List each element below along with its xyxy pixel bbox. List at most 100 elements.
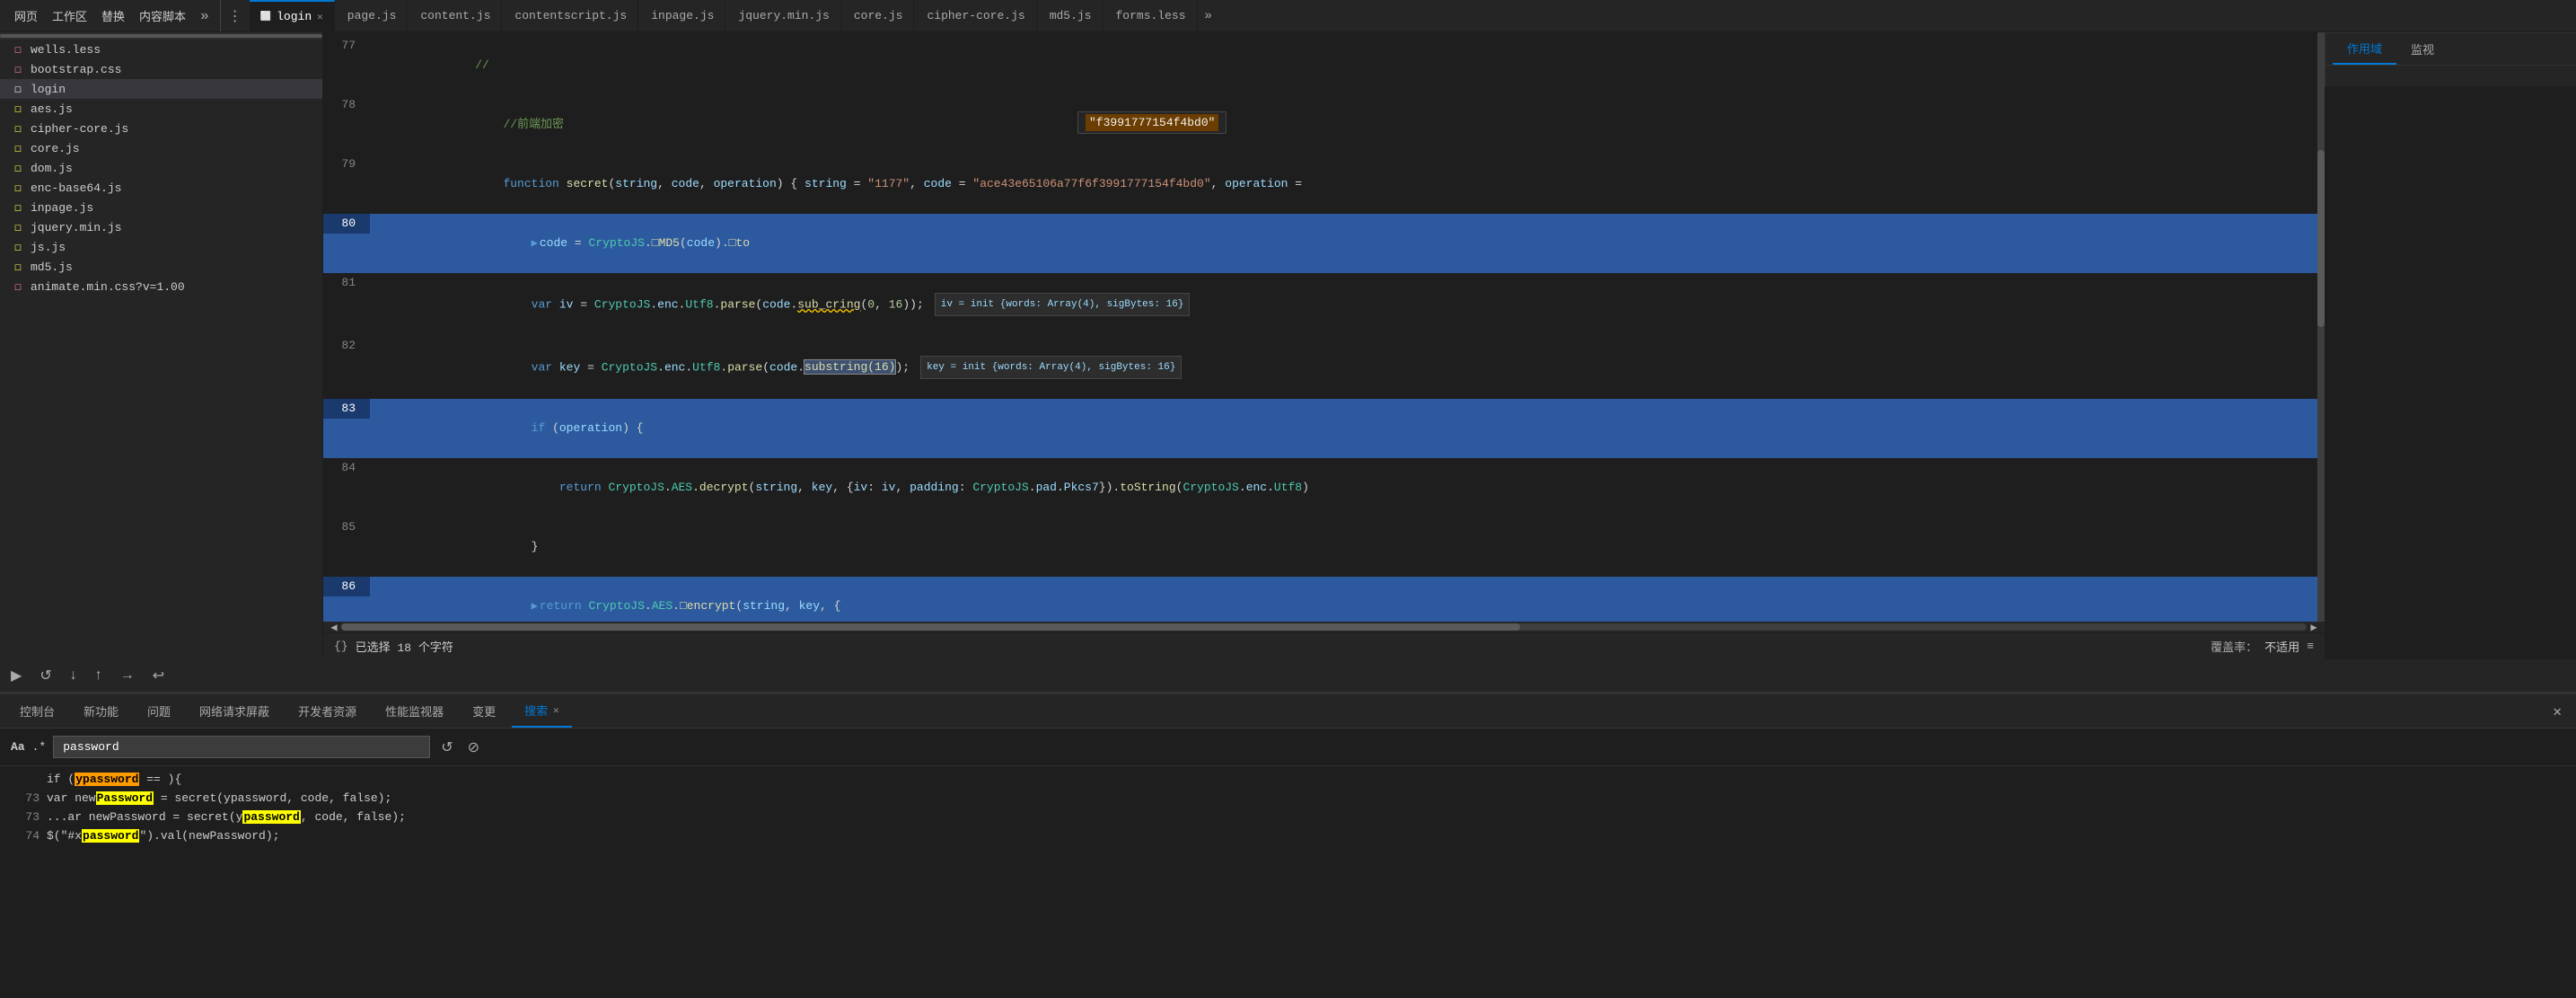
devtools-tab-network-block[interactable]: 网络请求屏蔽 [187,694,282,728]
nav-workspace[interactable]: 工作区 [48,7,91,24]
devtools-tab-search-label: 搜索 [524,702,548,719]
tab-content-js[interactable]: content.js [409,0,502,31]
tab-label-inpage-js: inpage.js [651,9,714,22]
tab-page-js[interactable]: page.js [337,0,409,31]
v-scrollbar-thumb[interactable] [2317,150,2325,327]
devtools-tab-perf-monitor[interactable]: 性能监视器 [373,694,456,728]
sidebar-filename-dom-js: dom.js [31,162,73,175]
devtools-tab-dev-resources[interactable]: 开发者资源 [286,694,369,728]
sidebar-scroll[interactable]: ◻ wells.less ◻ bootstrap.css ◻ login ◻ a… [0,40,322,659]
devtools-tab-new-feature[interactable]: 新功能 [71,694,131,728]
code-line-79: 79 function secret(string, code, operati… [323,155,2325,214]
devtools-panel: 控制台 新功能 问题 网络请求屏蔽 开发者资源 性能监视器 变更 搜索 ✕ ✕ … [0,693,2576,998]
tab-contentscript-js[interactable]: contentscript.js [504,0,638,31]
editor-area: ◻ wells.less ◻ bootstrap.css ◻ login ◻ a… [0,32,2576,659]
result-line-73a[interactable]: 73 var newPassword = secret(ypassword, c… [0,789,2576,808]
nav-replace[interactable]: 替换 [98,7,128,24]
sidebar-filename-jquery-min-js: jquery.min.js [31,221,121,234]
devtools-tab-changes[interactable]: 变更 [460,694,508,728]
debug-deactivate-btn[interactable]: ↩ [149,663,168,688]
tab-label-contentscript-js: contentscript.js [514,9,627,22]
v-scrollbar[interactable] [2317,32,2325,622]
sidebar-item-bootstrap-css[interactable]: ◻ bootstrap.css [0,59,322,79]
sidebar-filename-login: login [31,83,66,96]
tab-inpage-js[interactable]: inpage.js [640,0,725,31]
result-linenum-73a: 73 [14,791,40,805]
plain-icon: ◻ [11,82,25,96]
result-line-69[interactable]: if (ypassword == ){ [0,770,2576,789]
sidebar-item-wells-less[interactable]: ◻ wells.less [0,40,322,59]
sidebar-item-jquery-min-js[interactable]: ◻ jquery.min.js [0,217,322,237]
tab-jquery-min-js[interactable]: jquery.min.js [727,0,840,31]
code-line-83: 83 if (operation) { [323,399,2325,458]
js-icon-6: ◻ [11,200,25,215]
sidebar-filename-bootstrap-css: bootstrap.css [31,63,121,76]
debug-reload-btn[interactable]: ↺ [36,663,55,688]
scope-tab-watch[interactable]: 监视 [2396,33,2449,65]
h-scrollbar[interactable]: ◀ ▶ [323,622,2325,632]
code-editor[interactable]: 77 // 78 //前端加密 79 [323,32,2325,659]
tooltip-value: "f3991777154f4bd0" [1086,114,1218,131]
devtools-tab-issues[interactable]: 问题 [135,694,183,728]
sidebar-item-animate-css[interactable]: ◻ animate.min.css?v=1.00 [0,277,322,296]
search-refresh-btn[interactable]: ↺ [437,737,456,758]
scope-tab-active[interactable]: 作用域 [2333,33,2396,65]
sidebar-item-dom-js[interactable]: ◻ dom.js [0,158,322,178]
line-content-86: ▶return CryptoJS.AES.□encrypt(string, ke… [370,577,2325,622]
debug-step-out-btn[interactable]: → [117,664,138,687]
line-content-80: ▶code = CryptoJS.□MD5(code).□to [370,214,2325,273]
sidebar-item-inpage-js[interactable]: ◻ inpage.js [0,198,322,217]
coverage-settings-icon[interactable]: ≡ [2307,640,2314,653]
line-number-82: 82 [323,336,370,356]
h-scrollbar-track[interactable] [341,623,2307,631]
tab-core-js[interactable]: core.js [843,0,915,31]
search-cancel-btn[interactable]: ⊘ [464,737,483,758]
devtools-tab-search[interactable]: 搜索 ✕ [512,694,572,728]
result-text-73b: ...ar newPassword = secret(ypassword, co… [47,810,2562,824]
debug-toolbar: ▶ ↺ ↓ ↑ → ↩ [0,659,2576,693]
annotation-81: iv = init {words: Array(4), sigBytes: 16… [935,293,1191,316]
line-content-82: var key = CryptoJS.enc.Utf8.parse(code.s… [370,336,2325,399]
sidebar-filename-inpage-js: inpage.js [31,201,93,215]
tab-menu-button[interactable]: ⋮ [223,7,248,25]
close-search-tab[interactable]: ✕ [553,704,559,717]
sidebar-item-cipher-core-js[interactable]: ◻ cipher-core.js [0,119,322,138]
nav-more[interactable]: » [197,8,213,24]
sidebar-item-md5-js[interactable]: ◻ md5.js [0,257,322,277]
tab-login[interactable]: ⬜ login ✕ [250,0,335,31]
nav-content-script[interactable]: 内容脚本 [136,7,189,24]
tab-label-content-js: content.js [420,9,490,22]
tab-cipher-core-js[interactable]: cipher-core.js [916,0,1036,31]
nav-webpage[interactable]: 网页 [11,7,41,24]
sidebar-filename-aes-js: aes.js [31,102,73,116]
sidebar-filename-md5-js: md5.js [31,261,73,274]
css-icon: ◻ [11,62,25,76]
devtools-close-button[interactable]: ✕ [2545,702,2569,720]
sidebar-item-js-js[interactable]: ◻ js.js [0,237,322,257]
tabs-overflow-btn[interactable]: » [1200,9,1218,23]
sidebar-filename-animate-css: animate.min.css?v=1.00 [31,280,185,294]
debug-step-into-btn[interactable]: ↑ [92,664,106,687]
devtools-tab-console[interactable]: 控制台 [7,694,67,728]
search-input[interactable] [53,736,430,758]
sidebar-item-login[interactable]: ◻ login [0,79,322,99]
line-content-84: return CryptoJS.AES.decrypt(string, key,… [370,458,2325,517]
debug-step-over-btn[interactable]: ↓ [66,664,81,687]
tab-label-page-js: page.js [347,9,397,22]
sidebar-item-enc-base64-js[interactable]: ◻ enc-base64.js [0,178,322,198]
sidebar-item-aes-js[interactable]: ◻ aes.js [0,99,322,119]
search-results[interactable]: if (ypassword == ){ 73 var newPassword =… [0,766,2576,998]
devtools-tabs: 控制台 新功能 问题 网络请求屏蔽 开发者资源 性能监视器 变更 搜索 ✕ ✕ [0,694,2576,729]
js-icon-2: ◻ [11,121,25,136]
sidebar-item-core-js[interactable]: ◻ core.js [0,138,322,158]
result-line-73b[interactable]: 73 ...ar newPassword = secret(ypassword,… [0,808,2576,826]
close-tab-login[interactable]: ✕ [317,11,323,23]
tab-md5-js[interactable]: md5.js [1039,0,1103,31]
debug-resume-btn[interactable]: ▶ [7,663,25,688]
code-scroll-area[interactable]: 77 // 78 //前端加密 79 [323,32,2325,622]
code-lines: 77 // 78 //前端加密 79 [323,32,2325,622]
js-icon-9: ◻ [11,260,25,274]
tab-forms-less[interactable]: forms.less [1105,0,1198,31]
result-line-74[interactable]: 74 $("#xpassword").val(newPassword); [0,826,2576,845]
h-scrollbar-thumb[interactable] [341,623,1520,631]
